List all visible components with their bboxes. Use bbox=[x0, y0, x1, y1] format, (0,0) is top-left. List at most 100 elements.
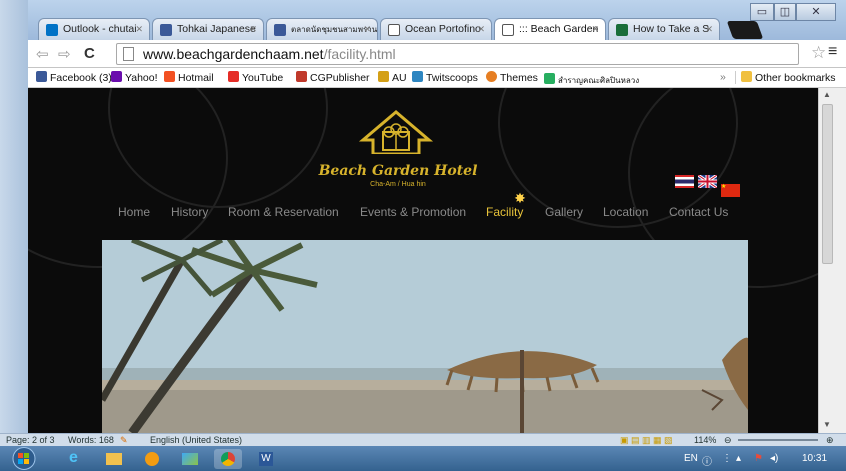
sparkle-icon: ✸ bbox=[514, 190, 526, 206]
tab-label: Outlook - chutai bbox=[63, 23, 137, 35]
zoom-level[interactable]: 114% bbox=[694, 435, 716, 445]
china-flag-icon[interactable]: ★ bbox=[721, 184, 740, 197]
bookmark-thai[interactable]: สำราญคณะศิลปินหลวง bbox=[544, 73, 639, 87]
outlook-icon bbox=[46, 24, 58, 36]
ie-icon[interactable]: e bbox=[62, 449, 90, 469]
thai-site-icon bbox=[544, 73, 555, 84]
tab-label: How to Take a S bbox=[633, 23, 710, 35]
scroll-up-icon[interactable]: ▲ bbox=[823, 90, 831, 99]
tab-thai-market[interactable]: ตลาดนัดชุมชนสามพราน ✕ bbox=[266, 18, 378, 40]
tab-ocean-portofino[interactable]: Ocean Portofino ✕ bbox=[380, 18, 492, 40]
page-count[interactable]: Page: 2 of 3 bbox=[6, 435, 55, 445]
bookmark-label: Themes bbox=[500, 72, 538, 84]
network-icon[interactable]: ⋮ bbox=[722, 453, 732, 464]
volume-icon[interactable]: ◂) bbox=[770, 453, 778, 464]
cgpublisher-icon bbox=[296, 71, 307, 82]
tab-how-to[interactable]: How to Take a S ✕ bbox=[608, 18, 720, 40]
help-icon[interactable]: ⓘ bbox=[702, 453, 712, 468]
yahoo-icon bbox=[111, 71, 122, 82]
zoom-out-icon[interactable]: ⊖ bbox=[724, 435, 732, 446]
url-host: www.beachgardenchaam.net bbox=[143, 46, 324, 62]
bookmark-label: Hotmail bbox=[178, 72, 214, 84]
reload-icon[interactable]: C bbox=[84, 45, 95, 62]
bookmark-hotmail[interactable]: Hotmail bbox=[164, 71, 214, 84]
bookmark-star-icon[interactable]: ☆ bbox=[811, 43, 826, 63]
bookmark-themes[interactable]: Themes bbox=[486, 71, 538, 84]
zoom-in-icon[interactable]: ⊕ bbox=[826, 435, 834, 446]
tab-outlook[interactable]: Outlook - chutai ✕ bbox=[38, 18, 150, 40]
tab-label: Ocean Portofino bbox=[405, 23, 481, 35]
vertical-scrollbar[interactable]: ▲ ▼ bbox=[818, 88, 846, 433]
more-bookmarks-chevron[interactable]: » bbox=[720, 71, 726, 83]
bookmark-facebook[interactable]: Facebook (3) bbox=[36, 71, 112, 84]
bookmark-label: Yahoo! bbox=[125, 72, 158, 84]
bookmark-twitscoops[interactable]: Twitscoops bbox=[412, 71, 478, 84]
hero-beach-photo bbox=[102, 240, 748, 433]
nav-contact-us[interactable]: Contact Us bbox=[669, 205, 728, 219]
new-tab-button[interactable] bbox=[726, 21, 764, 39]
bookmark-youtube[interactable]: YouTube bbox=[228, 71, 283, 84]
maximize-button[interactable]: ◫ bbox=[774, 3, 796, 21]
view-buttons[interactable]: ▣ ▤ ▥ ▦ ▧ bbox=[620, 435, 673, 446]
tab-tohkai[interactable]: Tohkai Japanese ✕ bbox=[152, 18, 264, 40]
address-bar[interactable]: www.beachgardenchaam.net/facility.html bbox=[116, 43, 799, 65]
uk-flag-icon[interactable] bbox=[698, 175, 717, 188]
close-icon[interactable]: ✕ bbox=[705, 19, 713, 40]
action-center-icon[interactable]: ⚑ bbox=[754, 453, 763, 464]
menu-icon[interactable]: ≡ bbox=[828, 43, 837, 61]
hotel-logo-icon bbox=[358, 110, 434, 154]
wikihow-icon bbox=[616, 24, 628, 36]
hotel-brand-name: Beach Garden Hotel bbox=[318, 163, 478, 179]
nav-location[interactable]: Location bbox=[603, 205, 648, 219]
bookmark-label: สำราญคณะศิลปินหลวง bbox=[558, 76, 640, 85]
media-player-icon[interactable] bbox=[138, 449, 166, 469]
language-indicator[interactable]: EN bbox=[684, 453, 698, 464]
show-hidden-icons-icon[interactable]: ▴ bbox=[736, 453, 741, 464]
back-icon[interactable]: ⇦ bbox=[36, 45, 49, 63]
nav-events-promotion[interactable]: Events & Promotion bbox=[360, 205, 466, 219]
facebook-icon bbox=[274, 24, 286, 36]
tab-beach-garden[interactable]: ::: Beach Garden ✕ bbox=[494, 18, 606, 41]
close-icon[interactable]: ✕ bbox=[363, 19, 371, 40]
bookmark-cgpublisher[interactable]: CGPublisher bbox=[296, 71, 370, 84]
scrollbar-thumb[interactable] bbox=[822, 104, 833, 264]
youtube-icon bbox=[228, 71, 239, 82]
bookmark-au[interactable]: AU bbox=[378, 71, 407, 84]
word-icon[interactable]: W bbox=[252, 449, 280, 469]
folder-icon bbox=[741, 71, 752, 82]
bookmark-yahoo[interactable]: Yahoo! bbox=[111, 71, 158, 84]
word-count[interactable]: Words: 168 bbox=[68, 435, 114, 445]
close-window-button[interactable]: ✕ bbox=[796, 3, 836, 21]
nav-gallery[interactable]: Gallery bbox=[545, 205, 583, 219]
forward-icon[interactable]: ⇨ bbox=[58, 45, 71, 63]
bookmark-label: Other bookmarks bbox=[755, 72, 836, 84]
close-icon[interactable]: ✕ bbox=[591, 19, 599, 40]
nav-room-reservation[interactable]: Room & Reservation bbox=[228, 205, 339, 219]
web-page: Beach Garden Hotel Cha-Am / Hua hin ★ ✸ … bbox=[28, 88, 818, 433]
close-icon[interactable]: ✕ bbox=[135, 19, 143, 40]
file-explorer-icon[interactable] bbox=[100, 449, 128, 469]
nav-facility[interactable]: Facility bbox=[486, 205, 523, 219]
bookmark-label: CGPublisher bbox=[310, 72, 370, 84]
clock[interactable]: 10:31 bbox=[802, 453, 827, 464]
hotmail-icon bbox=[164, 71, 175, 82]
start-button[interactable] bbox=[4, 446, 44, 471]
close-icon[interactable]: ✕ bbox=[249, 19, 257, 40]
chrome-icon[interactable] bbox=[214, 449, 242, 469]
beach-scene-image bbox=[102, 240, 748, 433]
minimize-button[interactable]: ▭ bbox=[750, 3, 774, 21]
paint-icon[interactable] bbox=[176, 449, 204, 469]
taskbar: e W EN ⓘ ⋮ ▴ ⚑ ◂) 10:31 bbox=[0, 446, 846, 471]
tab-label: Tohkai Japanese bbox=[177, 23, 256, 35]
close-icon[interactable]: ✕ bbox=[477, 19, 485, 40]
zoom-slider[interactable] bbox=[738, 439, 818, 441]
proofing-icon[interactable]: ✎ bbox=[120, 435, 128, 446]
scroll-down-icon[interactable]: ▼ bbox=[823, 420, 831, 429]
nav-home[interactable]: Home bbox=[118, 205, 150, 219]
background-word-window bbox=[0, 0, 28, 433]
language-status[interactable]: English (United States) bbox=[150, 435, 242, 445]
other-bookmarks[interactable]: Other bookmarks bbox=[735, 71, 836, 84]
nav-history[interactable]: History bbox=[171, 205, 208, 219]
thai-flag-icon[interactable] bbox=[675, 175, 694, 188]
toolbar: ⇦ ⇨ C www.beachgardenchaam.net/facility.… bbox=[28, 40, 846, 68]
